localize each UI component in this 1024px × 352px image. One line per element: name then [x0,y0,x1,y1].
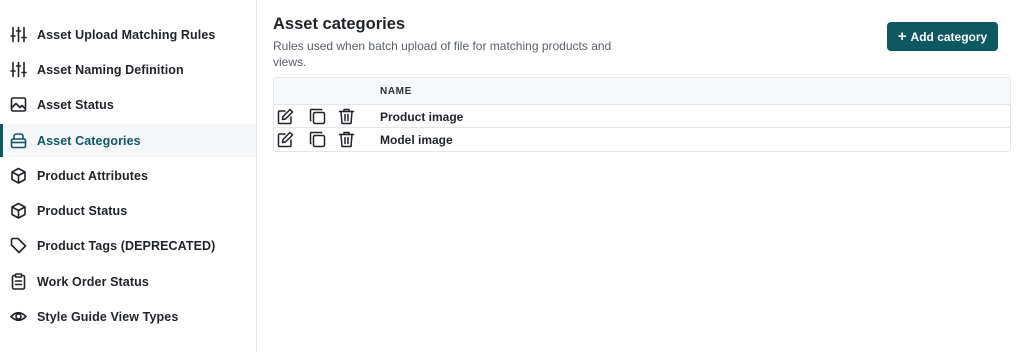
duplicate-icon[interactable] [309,108,326,125]
content-area: Asset categories Rules used when batch u… [257,0,1024,352]
sidebar-item-asset-naming-definition[interactable]: Asset Naming Definition [0,53,256,86]
trash-icon[interactable] [338,108,355,125]
edit-icon[interactable] [277,108,294,125]
sliders-icon [10,26,27,43]
sliders-icon [10,61,27,78]
eye-icon [9,311,28,322]
sidebar-item-label: Product Attributes [37,168,149,183]
category-name: Product image [380,110,464,124]
category-name: Model image [380,133,453,147]
basket-icon [10,133,27,149]
box-icon [11,167,26,184]
add-category-button[interactable]: + Add category [887,22,998,51]
sidebar-item-asset-categories[interactable]: Asset Categories [0,124,256,157]
sidebar-item-asset-status[interactable]: Asset Status [0,88,256,121]
sidebar-item-product-attributes[interactable]: Product Attributes [0,159,256,192]
box-icon [11,202,26,219]
column-header-name: NAME [380,86,412,97]
sidebar-item-asset-upload-matching-rules[interactable]: Asset Upload Matching Rules [0,18,256,51]
sidebar-item-style-guide-view-types[interactable]: Style Guide View Types [0,300,256,333]
sidebar-item-label: Product Status [37,203,128,218]
sidebar-item-product-status[interactable]: Product Status [0,194,256,227]
add-category-label: Add category [910,29,988,44]
settings-sidebar: Asset Upload Matching Rules Asset Naming… [0,0,257,352]
page-description: Rules used when batch upload of file for… [273,39,612,69]
sidebar-item-label: Product Tags (DEPRECATED) [37,238,216,253]
sidebar-item-label: Asset Status [37,97,114,112]
duplicate-icon[interactable] [309,131,326,148]
sidebar-item-work-order-status[interactable]: Work Order Status [0,265,256,298]
trash-icon[interactable] [338,131,355,148]
plus-icon: + [897,27,907,45]
image-icon [10,97,27,112]
sidebar-item-label: Asset Categories [37,133,141,148]
table-row: Model image [274,128,1010,151]
sidebar-item-label: Style Guide View Types [37,309,179,324]
sidebar-item-label: Asset Upload Matching Rules [37,27,216,42]
sidebar-item-label: Asset Naming Definition [37,62,184,77]
clipboard-icon [11,273,26,290]
sidebar-item-label: Work Order Status [37,274,149,289]
categories-table: NAME Product image Model image [273,77,1011,152]
tag-icon [10,237,27,254]
edit-icon[interactable] [277,131,294,148]
sidebar-item-product-tags[interactable]: Product Tags (DEPRECATED) [0,229,256,262]
page-title: Asset categories [273,15,406,33]
table-row: Product image [274,105,1010,128]
table-header: NAME [274,78,1010,105]
